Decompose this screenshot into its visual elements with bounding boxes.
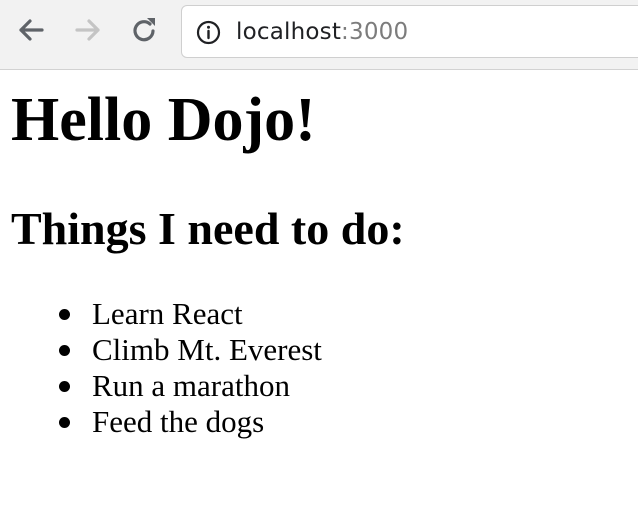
url-text[interactable]: localhost:3000	[236, 17, 408, 47]
todo-list: Learn React Climb Mt. Everest Run a mara…	[0, 296, 322, 440]
bullet-icon	[59, 345, 70, 356]
browser-toolbar: localhost:3000	[0, 0, 638, 70]
info-icon[interactable]	[195, 19, 222, 46]
browser-window: localhost:3000 Hello Dojo! Things I need…	[0, 0, 638, 522]
url-host: localhost	[236, 19, 342, 45]
todo-item-label: Feed the dogs	[92, 404, 265, 439]
forward-arrow-icon	[71, 13, 105, 47]
page-content: Hello Dojo! Things I need to do: Learn R…	[0, 70, 638, 522]
address-bar[interactable]: localhost:3000	[181, 5, 638, 58]
todo-item-label: Learn React	[92, 296, 243, 331]
back-arrow-icon	[14, 13, 48, 47]
url-port: :3000	[341, 19, 409, 45]
todo-item-label: Climb Mt. Everest	[92, 332, 322, 367]
section-heading: Things I need to do:	[11, 203, 405, 254]
todo-item-label: Run a marathon	[92, 368, 291, 403]
todo-item: Learn React	[0, 296, 322, 332]
todo-item: Feed the dogs	[0, 404, 322, 440]
bullet-icon	[59, 381, 70, 392]
forward-button[interactable]	[71, 13, 105, 47]
reload-button[interactable]	[127, 13, 161, 47]
page-title: Hello Dojo!	[11, 86, 316, 154]
todo-item: Run a marathon	[0, 368, 322, 404]
todo-item: Climb Mt. Everest	[0, 332, 322, 368]
bullet-icon	[59, 417, 70, 428]
back-button[interactable]	[14, 13, 48, 47]
bullet-icon	[59, 309, 70, 320]
reload-icon	[127, 13, 161, 47]
